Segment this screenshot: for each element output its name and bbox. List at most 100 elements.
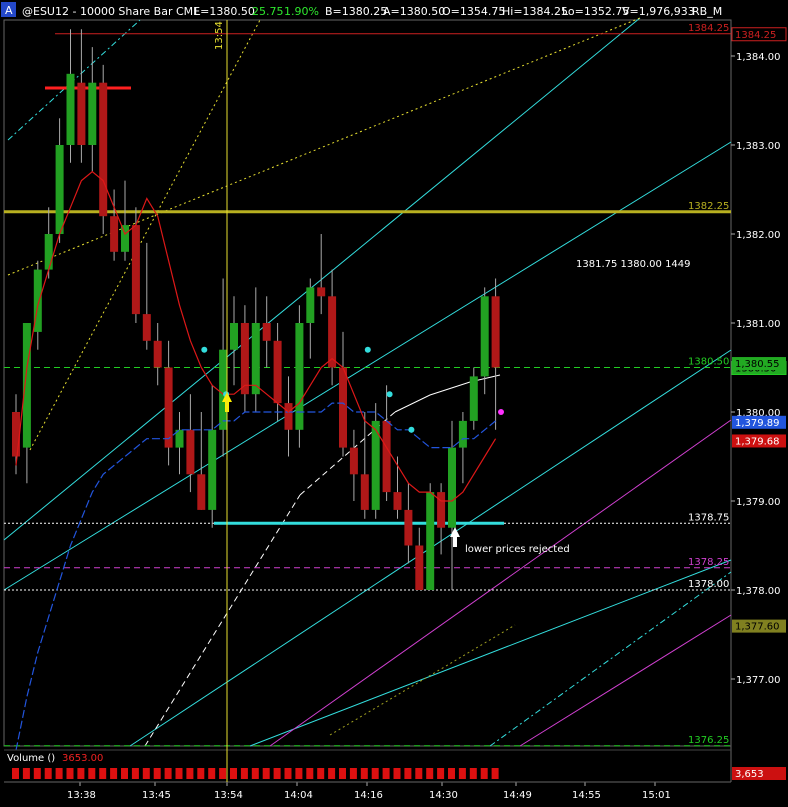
price-tick-label: 1,381.00 [736,319,781,330]
time-marker-label: 13:54 [214,21,225,50]
signal-dot [364,346,371,353]
time-tick-label: 13:54 [214,790,243,801]
candle-body [426,492,435,590]
volume-bar [382,768,390,779]
volume-bar [262,768,270,779]
volume-bar [469,768,477,779]
candle-body [328,296,337,368]
volume-bar [99,768,107,779]
volume-total: V=1,976,933 [622,5,695,18]
volume-bar [77,768,85,779]
price-tick-label: 1,378.00 [736,586,781,597]
volume-bar [197,768,205,779]
time-tick-label: 14:04 [284,790,313,801]
candle-body [262,323,271,341]
volume-bar [295,768,303,779]
study-label: RB_M [692,5,722,18]
high-price: Hi=1384.25 [502,5,568,18]
volume-bar [175,768,183,779]
bid-price: B=1380.25 [325,5,387,18]
price-level-label: 1380.50 [688,357,729,368]
trading-chart[interactable]: A @ESU12 - 10000 Share Bar CME L=1380.50… [0,0,788,807]
time-tick-label: 13:38 [67,790,96,801]
volume-bar [371,768,379,779]
pct-change: 1.90% [284,5,319,18]
volume-bar [349,768,357,779]
volume-bar [426,768,434,779]
volume-bar [110,768,118,779]
volume-bar [153,768,161,779]
ask-price: A=1380.50 [383,5,445,18]
analysis-icon-label: A [5,4,13,17]
volume-bar [186,768,194,779]
quote-annotation: 1381.75 1380.00 1449 [576,259,691,270]
candle-body [415,545,424,590]
candle-body [22,323,31,448]
volume-bar [44,768,52,779]
candle-body [142,314,151,341]
volume-bar [393,768,401,779]
open-price: O=1354.75 [442,5,505,18]
signal-dot [386,391,393,398]
price-level-label: 1378.75 [688,512,729,523]
candle-body [273,340,282,404]
candle-body [469,376,478,421]
volume-label: Volume () [7,753,55,764]
volume-bar [404,768,412,779]
candle-body [88,82,97,145]
volume-bar [317,768,325,779]
volume-bar [284,768,292,779]
candle-body [66,73,75,145]
price-tick-label: 1,383.00 [736,141,781,152]
volume-bar [251,768,259,779]
price-badge-text: 1,379.89 [735,418,780,429]
price-tick-label: 1,379.00 [736,497,781,508]
volume-bar [480,768,488,779]
price-level-badge-text: 1384.25 [735,30,776,41]
candle-body [480,296,489,377]
candle-body [360,474,369,510]
candle-body [208,429,217,510]
price-level-label: 1378.00 [688,579,729,590]
price-tick-label: 1,384.00 [736,52,781,63]
candle-body [12,412,20,457]
volume-bar [240,768,248,779]
candle-body [448,447,456,528]
volume-bar [491,768,499,779]
candle-body [186,429,195,475]
volume-bar [437,768,445,779]
volume-bar [328,768,336,779]
volume-bar [273,768,281,779]
candle-body [382,420,391,493]
price-level-label: 1376.25 [688,735,729,746]
volume-bar [306,768,314,779]
candle-body [284,403,293,430]
volume-bar [208,768,216,779]
candle-body [393,492,402,510]
candle-body [458,420,467,448]
volume-bar [339,768,346,779]
volume-bar [55,768,63,779]
volume-bar [360,768,368,779]
volume-bar [33,768,41,779]
candle-body [339,367,347,448]
candle-body [295,323,304,430]
volume-bar [458,768,466,779]
net-change: 25.75 [252,5,284,18]
price-level-label: 1384.25 [688,23,729,34]
candle-body [44,234,53,270]
candle-body [164,367,173,448]
volume-bar [12,768,19,779]
price-badge-text: 1,377.60 [735,622,780,633]
signal-dot-magenta [498,409,504,415]
time-tick-label: 13:45 [142,790,171,801]
volume-bar [88,768,96,779]
candle-body [219,349,228,430]
volume-bar [121,768,128,779]
price-level-label: 1378.25 [688,557,729,568]
time-tick-label: 14:16 [354,790,383,801]
signal-dot [408,426,415,433]
rejected-annotation: lower prices rejected [465,544,570,555]
time-tick-label: 14:49 [503,790,532,801]
chart-header: A @ESU12 - 10000 Share Bar CME L=1380.50… [1,2,722,18]
